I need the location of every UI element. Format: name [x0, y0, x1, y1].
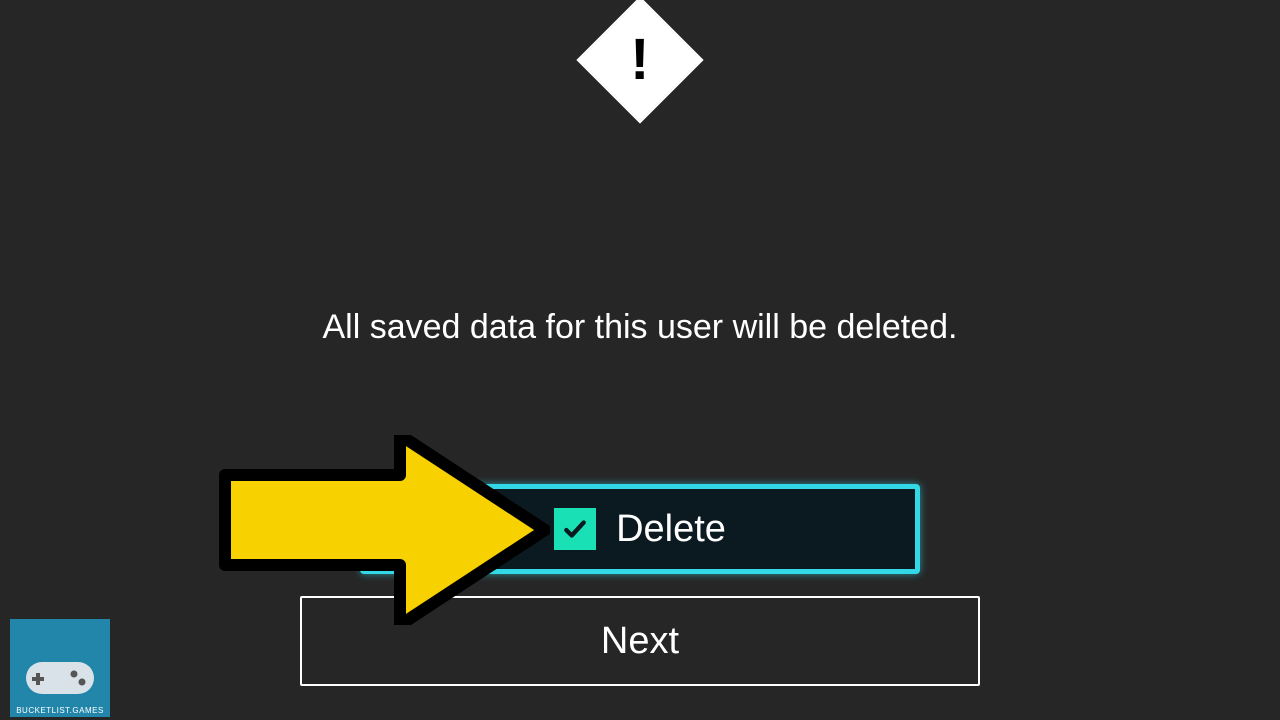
warning-icon: ! — [595, 15, 685, 105]
warning-message: All saved data for this user will be del… — [0, 308, 1280, 347]
watermark-label: BUCKETLIST.GAMES — [16, 706, 104, 715]
gamepad-icon — [24, 656, 96, 700]
checkmark-icon — [562, 516, 588, 542]
next-label: Next — [601, 620, 679, 663]
watermark-badge: BUCKETLIST.GAMES — [10, 619, 110, 717]
delete-checkbox[interactable] — [554, 508, 596, 550]
delete-label: Delete — [616, 508, 726, 551]
arrow-annotation — [210, 435, 550, 630]
